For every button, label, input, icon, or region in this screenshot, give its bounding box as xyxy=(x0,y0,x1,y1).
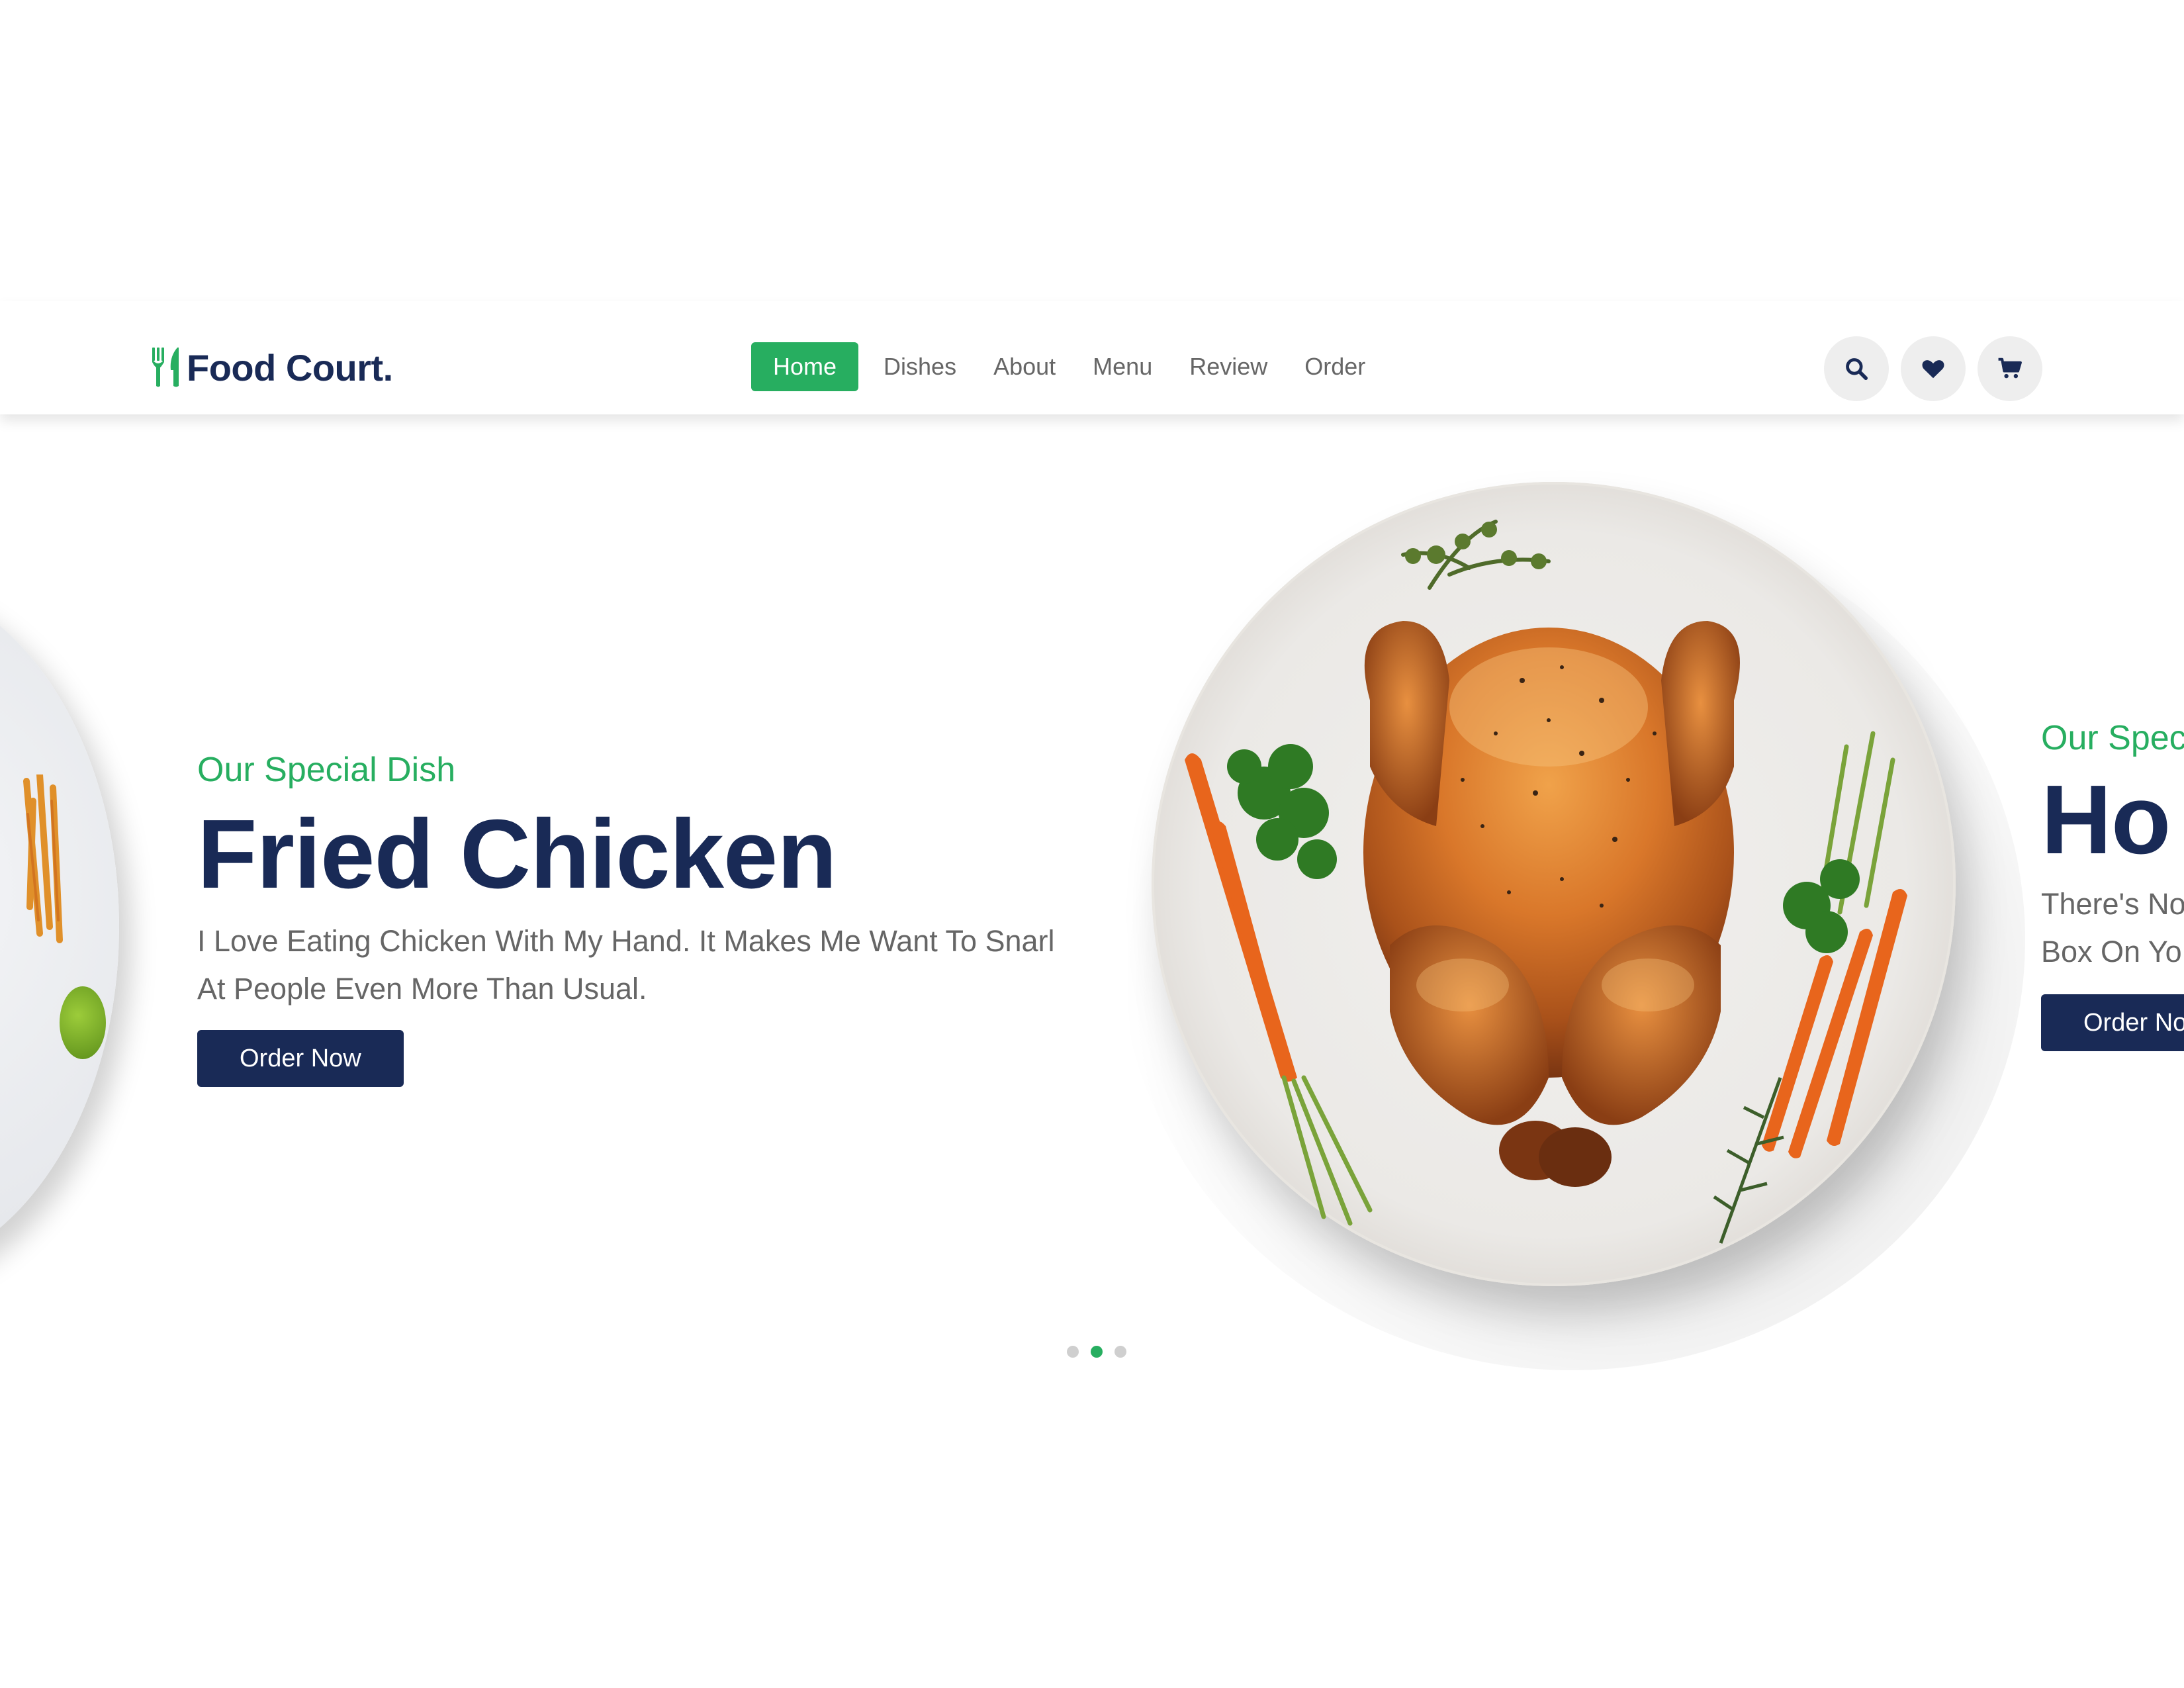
main-nav: Home Dishes About Menu Review Order xyxy=(751,342,1377,391)
logo[interactable]: Food Court. xyxy=(151,344,393,391)
utensils-icon xyxy=(152,348,179,387)
slider-pagination xyxy=(1067,1346,1126,1358)
hero-title: Fried Chicken xyxy=(197,800,837,909)
cart-icon xyxy=(1998,357,2022,379)
wishlist-button[interactable] xyxy=(1901,336,1966,401)
nav-order[interactable]: Order xyxy=(1293,342,1377,391)
nav-about[interactable]: About xyxy=(981,342,1068,391)
next-slide-order-button[interactable]: Order No xyxy=(2041,994,2184,1051)
pagination-dot-2[interactable] xyxy=(1091,1346,1103,1358)
header: Food Court. Home Dishes About Menu Revie… xyxy=(0,301,2184,414)
lime-image xyxy=(60,986,106,1059)
heart-icon xyxy=(1922,360,1944,379)
hero-subtitle: Our Special Dish xyxy=(197,751,456,789)
nav-menu[interactable]: Menu xyxy=(1081,342,1164,391)
fries-image xyxy=(23,774,63,943)
hero-slide-content: Our Special Dish Fried Chicken I Love Ea… xyxy=(197,747,1124,1087)
header-icons xyxy=(1824,336,2042,401)
next-slide-description: There's No Box On Yo xyxy=(2041,880,2184,976)
next-slide-title: Ho xyxy=(2041,765,2171,874)
next-slide-description-line-1: There's No xyxy=(2041,887,2184,921)
next-slide-content: Our Spec Ho There's No Box On Yo Order N… xyxy=(2041,715,2184,1051)
order-now-button[interactable]: Order Now xyxy=(197,1030,404,1087)
next-slide-subtitle: Our Spec xyxy=(2041,719,2184,757)
next-slide-description-line-2: Box On Yo xyxy=(2041,935,2182,968)
hero-description: I Love Eating Chicken With My Hand. It M… xyxy=(197,924,1055,1006)
nav-review[interactable]: Review xyxy=(1177,342,1279,391)
search-button[interactable] xyxy=(1824,336,1889,401)
cart-button[interactable] xyxy=(1978,336,2042,401)
logo-text: Food Court. xyxy=(187,346,393,389)
previous-slide-plate-image xyxy=(0,576,119,1278)
nav-dishes[interactable]: Dishes xyxy=(872,342,968,391)
roast-chicken-image xyxy=(1185,520,1907,1244)
nav-home[interactable]: Home xyxy=(751,342,859,391)
search-icon xyxy=(1846,358,1868,381)
page: Food Court. Home Dishes About Menu Revie… xyxy=(0,0,2184,1688)
pagination-dot-3[interactable] xyxy=(1115,1346,1126,1358)
pagination-dot-1[interactable] xyxy=(1067,1346,1079,1358)
